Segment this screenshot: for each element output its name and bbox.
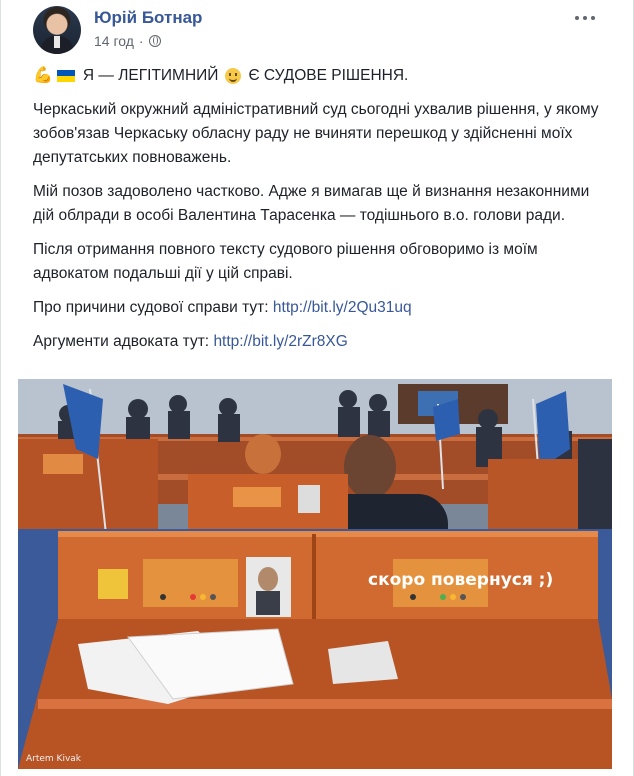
- smile-emoji-icon: [225, 68, 242, 84]
- button-dot: [160, 594, 166, 600]
- post-time[interactable]: 14 год: [94, 33, 134, 49]
- link2-label: Аргументи адвоката тут:: [33, 333, 210, 350]
- headline-text-2: Є СУДОВЕ РІШЕННЯ.: [248, 67, 409, 84]
- post-meta: 14 год ·: [94, 33, 161, 49]
- front-desk-panel-left: [143, 559, 238, 607]
- hall-back-wall: [18, 379, 612, 439]
- button-dot: [450, 594, 456, 600]
- link-2[interactable]: http://bit.ly/2rZr8XG: [213, 333, 347, 350]
- avatar-shirt: [54, 36, 60, 48]
- more-options-button[interactable]: [575, 10, 595, 26]
- more-dot: [591, 16, 595, 20]
- ukraine-flag-icon: [56, 70, 75, 82]
- left-desk-panel: [43, 454, 83, 474]
- post-body: 💪 Я — ЛЕГІТИМНИЙ Є СУДОВЕ РІШЕННЯ. Черка…: [33, 64, 603, 364]
- post-photo[interactable]: скоро повернуся ;) Artem Kivak: [18, 379, 612, 769]
- sign-text: скоро повернуся ;): [368, 570, 553, 590]
- middle-desk-panel: [233, 487, 281, 507]
- more-dot: [583, 16, 587, 20]
- link-line-1: Про причини судової справи тут: http://b…: [33, 296, 603, 320]
- portrait-face: [258, 567, 278, 591]
- front-desk-badge: [98, 569, 128, 599]
- photo-credit: Artem Kivak: [26, 754, 82, 764]
- front-desk-front-edge: [38, 699, 612, 709]
- paragraph-3: Після отримання повного тексту судового …: [33, 241, 538, 282]
- link-1[interactable]: http://bit.ly/2Qu31uq: [273, 299, 412, 316]
- link1-label: Про причини судової справи тут:: [33, 299, 269, 316]
- post-headline: 💪 Я — ЛЕГІТИМНИЙ Є СУДОВЕ РІШЕННЯ.: [33, 64, 603, 88]
- avatar[interactable]: [33, 6, 81, 54]
- post-header: Юрій Ботнар 14 год ·: [33, 6, 617, 56]
- man-head: [344, 435, 396, 499]
- front-desk-top-edge: [58, 531, 598, 537]
- globe-icon[interactable]: [148, 35, 161, 47]
- woman-hair: [245, 434, 281, 474]
- link-line-2: Аргументи адвоката тут: http://bit.ly/2r…: [33, 330, 603, 354]
- meta-separator: ·: [138, 33, 144, 49]
- button-dot: [410, 594, 416, 600]
- paragraph-1: Черкаський окружний адміністративний суд…: [33, 101, 599, 166]
- portrait-suit: [256, 591, 280, 615]
- button-dot: [210, 594, 216, 600]
- post-card: Юрій Ботнар 14 год · 💪 Я — ЛЕГІТИМНИЙ Є …: [0, 0, 634, 776]
- right-person: [578, 439, 612, 539]
- button-dot: [190, 594, 196, 600]
- author-name[interactable]: Юрій Ботнар: [94, 8, 202, 28]
- headline-text-1: Я — ЛЕГІТИМНИЙ: [82, 67, 219, 84]
- photo-scene: скоро повернуся ;) Artem Kivak: [18, 379, 612, 769]
- button-dot: [440, 594, 446, 600]
- button-dot: [200, 594, 206, 600]
- more-dots-icon: [575, 16, 579, 20]
- button-dot: [460, 594, 466, 600]
- paragraph-2: Мій позов задоволено частково. Адже я ви…: [33, 183, 590, 224]
- flexed-arm-icon: 💪: [33, 67, 53, 84]
- middle-desk-photo: [298, 485, 320, 513]
